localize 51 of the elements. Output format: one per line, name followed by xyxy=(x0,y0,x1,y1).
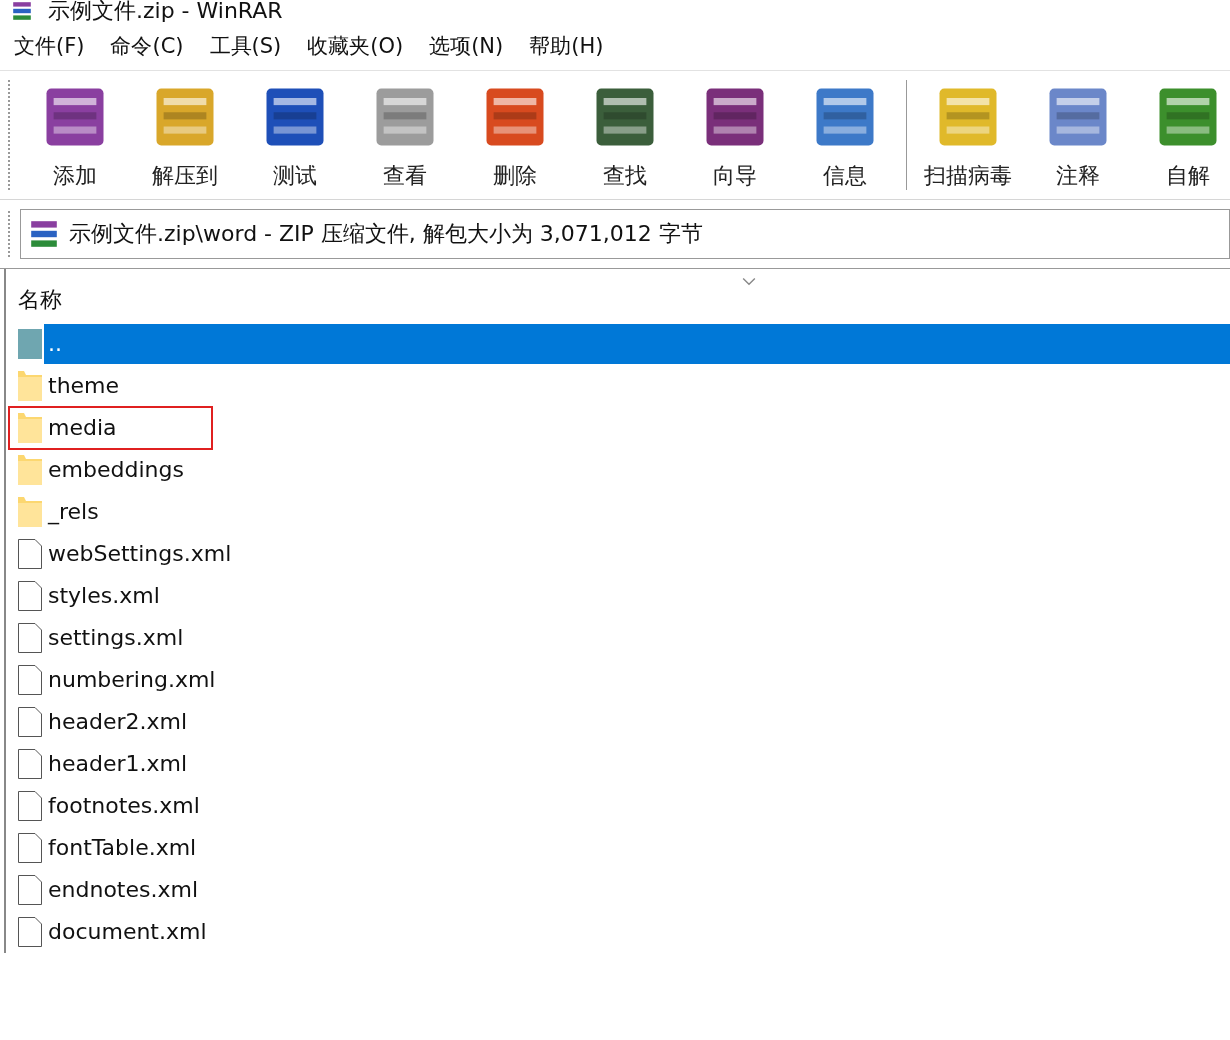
folder-icon xyxy=(18,455,42,485)
window-title: 示例文件.zip - WinRAR xyxy=(48,0,283,22)
file-icon xyxy=(18,665,42,695)
file-row[interactable]: numbering.xml xyxy=(44,660,222,700)
toolbar-button[interactable]: 注释 xyxy=(1023,75,1133,195)
folder-icon xyxy=(18,371,42,401)
file-row[interactable]: styles.xml xyxy=(44,576,166,616)
file-row[interactable]: webSettings.xml xyxy=(44,534,238,574)
file-row[interactable]: _rels xyxy=(44,492,105,532)
toolbar-button[interactable]: 查找 xyxy=(570,75,680,195)
file-row[interactable]: document.xml xyxy=(44,912,213,952)
file-icon xyxy=(18,791,42,821)
menu-item[interactable]: 帮助(H) xyxy=(529,32,604,60)
address-field[interactable]: 示例文件.zip\word - ZIP 压缩文件, 解包大小为 3,071,012 字节 xyxy=(20,209,1230,259)
file-row[interactable]: .. xyxy=(44,324,1230,364)
file-row[interactable]: theme xyxy=(44,366,126,406)
folder-icon xyxy=(18,497,42,527)
file-row[interactable]: embeddings xyxy=(44,450,190,490)
folder-up-icon xyxy=(18,329,42,359)
file-row[interactable]: fontTable.xml xyxy=(44,828,203,868)
toolbar-button[interactable]: 信息 xyxy=(790,75,900,195)
menu-item[interactable]: 选项(N) xyxy=(429,32,504,60)
folder-icon xyxy=(18,413,42,443)
file-icon xyxy=(18,875,42,905)
menu-item[interactable]: 收藏夹(O) xyxy=(307,32,404,60)
file-icon xyxy=(18,833,42,863)
file-icon xyxy=(18,623,42,653)
toolbar-button[interactable]: 向导 xyxy=(680,75,790,195)
toolbar-button[interactable]: 扫描病毒 xyxy=(913,75,1023,195)
file-row[interactable]: endnotes.xml xyxy=(44,870,205,910)
menu-item[interactable]: 文件(F) xyxy=(14,32,85,60)
file-row[interactable]: header1.xml xyxy=(44,744,194,784)
file-icon xyxy=(18,539,42,569)
file-row[interactable]: header2.xml xyxy=(44,702,194,742)
file-row[interactable]: footnotes.xml xyxy=(44,786,206,826)
menu-item[interactable]: 命令(C) xyxy=(110,32,184,60)
toolbar-button[interactable]: 查看 xyxy=(350,75,460,195)
toolbar-button[interactable]: 解压到 xyxy=(130,75,240,195)
column-header[interactable]: 名称 xyxy=(18,285,62,315)
file-icon xyxy=(18,749,42,779)
file-row[interactable]: settings.xml xyxy=(44,618,190,658)
toolbar-button[interactable]: 测试 xyxy=(240,75,350,195)
file-icon xyxy=(18,707,42,737)
sort-caret-icon xyxy=(742,277,756,287)
file-row[interactable]: media xyxy=(10,408,211,448)
toolbar-button[interactable]: 添加 xyxy=(20,75,130,195)
file-icon xyxy=(18,581,42,611)
toolbar-button[interactable]: 删除 xyxy=(460,75,570,195)
toolbar-button[interactable]: 自解 xyxy=(1133,75,1230,195)
menu-item[interactable]: 工具(S) xyxy=(209,32,282,60)
file-icon xyxy=(18,917,42,947)
